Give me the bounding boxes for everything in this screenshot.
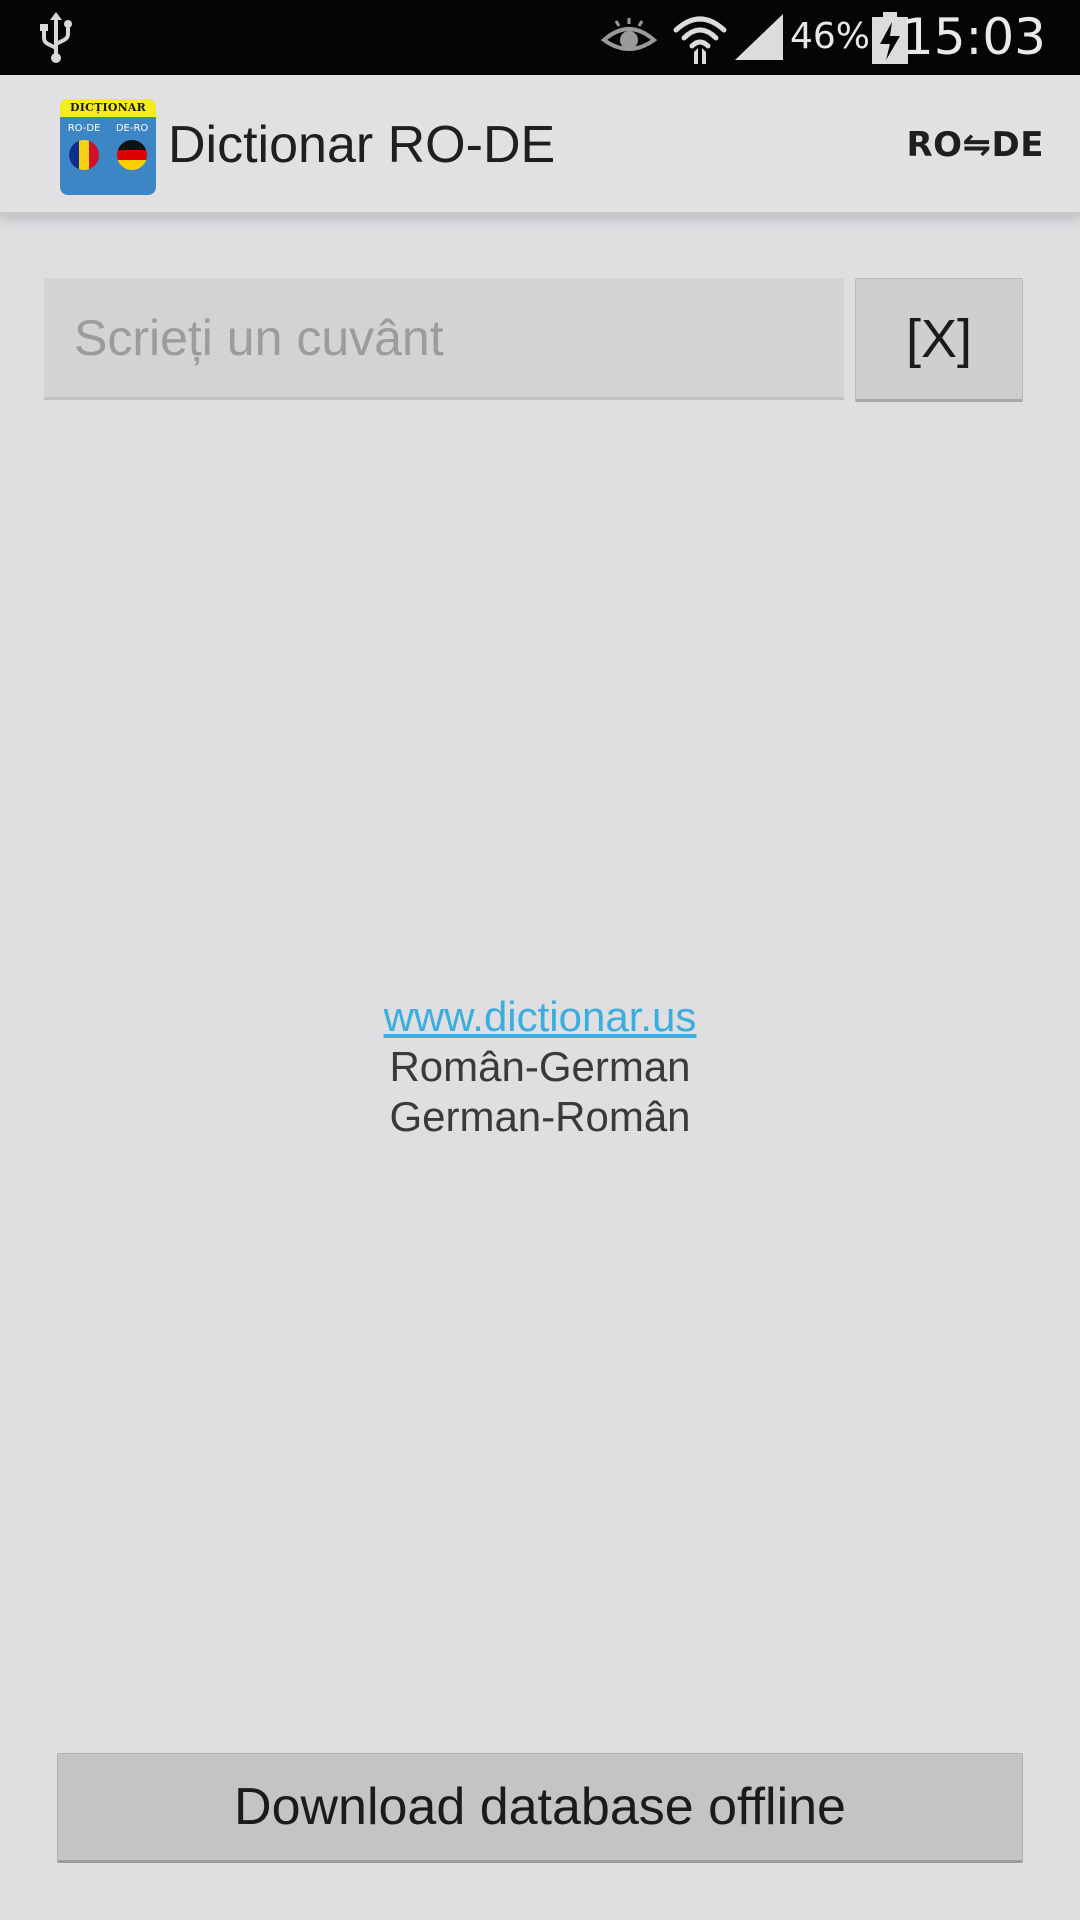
website-link[interactable]: www.dictionar.us [0, 992, 1080, 1042]
signal-icon [735, 14, 783, 60]
wifi-icon [673, 16, 727, 64]
logo-label-de-ro: DE-RO [115, 123, 149, 134]
status-bar: 46% 15:03 [0, 0, 1080, 75]
battery-percent: 46% [790, 16, 871, 57]
action-bar: DICȚIONAR RO-DE DE-RO Dictionar RO-DE RO… [0, 75, 1080, 215]
app-logo: DICȚIONAR RO-DE DE-RO [60, 99, 156, 195]
logo-label-ro-de: RO-DE [67, 123, 101, 134]
search-input[interactable] [44, 278, 844, 400]
direction-ro-de: Român-German [389, 1043, 691, 1090]
language-switch-button[interactable]: RO⇋DE [906, 125, 1044, 165]
app-title: Dictionar RO-DE [168, 116, 556, 174]
clock: 15:03 [901, 8, 1046, 66]
download-database-button[interactable]: Download database offline [57, 1753, 1023, 1863]
romania-flag-icon [69, 140, 99, 170]
info-block: www.dictionar.us Român-German German-Rom… [0, 992, 1080, 1142]
clear-button[interactable]: [X] [855, 278, 1023, 402]
direction-de-ro: German-Român [389, 1093, 691, 1140]
logo-title: DICȚIONAR [60, 99, 156, 117]
usb-icon [40, 12, 72, 63]
eye-icon [600, 18, 658, 51]
germany-flag-icon [117, 140, 147, 170]
